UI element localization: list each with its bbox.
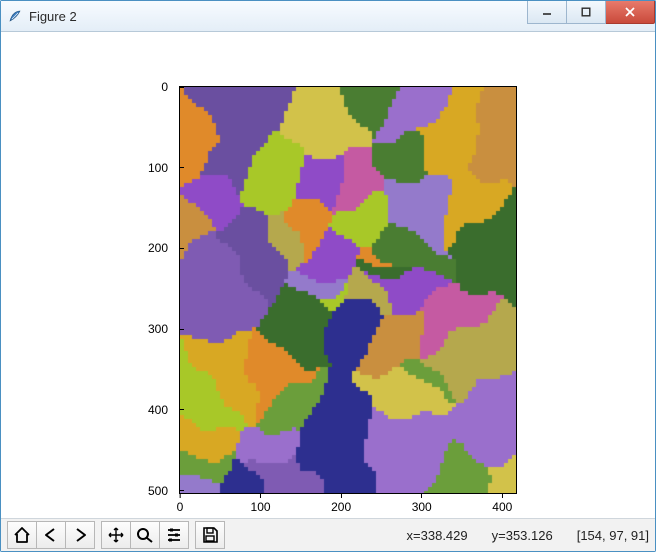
configure-subplots-button[interactable] xyxy=(160,521,189,549)
x-tick: 200 xyxy=(331,493,351,514)
window-title: Figure 2 xyxy=(29,9,77,24)
axes-image: 01002003004005000100200300400 xyxy=(179,86,517,494)
y-tick: 100 xyxy=(148,161,180,175)
pan-button[interactable] xyxy=(101,521,131,549)
titlebar[interactable]: Figure 2 xyxy=(1,1,655,32)
save-button[interactable] xyxy=(195,521,225,549)
forward-button[interactable] xyxy=(66,521,95,549)
navigation-toolbar: x=338.429 y=353.126 [154, 97, 91] xyxy=(1,518,655,551)
back-button[interactable] xyxy=(37,521,66,549)
y-tick: 400 xyxy=(148,403,180,417)
figure-window: Figure 2 01002003004005000100200300400 xyxy=(0,0,656,552)
close-button[interactable] xyxy=(606,1,655,24)
x-tick: 0 xyxy=(177,493,184,514)
zoom-button[interactable] xyxy=(131,521,160,549)
window-control-group xyxy=(527,1,655,31)
tk-feather-icon xyxy=(7,8,23,24)
segmentation-canvas xyxy=(180,87,516,493)
figure-canvas[interactable]: 01002003004005000100200300400 xyxy=(1,32,655,518)
maximize-button[interactable] xyxy=(567,1,606,24)
x-tick: 300 xyxy=(412,493,432,514)
minimize-button[interactable] xyxy=(527,1,567,24)
home-button[interactable] xyxy=(7,521,37,549)
y-tick: 300 xyxy=(148,322,180,336)
status-bar: x=338.429 y=353.126 [154, 97, 91] xyxy=(407,528,649,543)
x-tick: 400 xyxy=(492,493,512,514)
cursor-x: x=338.429 xyxy=(407,528,468,543)
y-tick: 0 xyxy=(161,80,180,94)
y-tick: 500 xyxy=(148,484,180,498)
y-tick: 200 xyxy=(148,241,180,255)
cursor-pixel-value: [154, 97, 91] xyxy=(577,528,649,543)
cursor-y: y=353.126 xyxy=(492,528,553,543)
x-tick: 100 xyxy=(251,493,271,514)
